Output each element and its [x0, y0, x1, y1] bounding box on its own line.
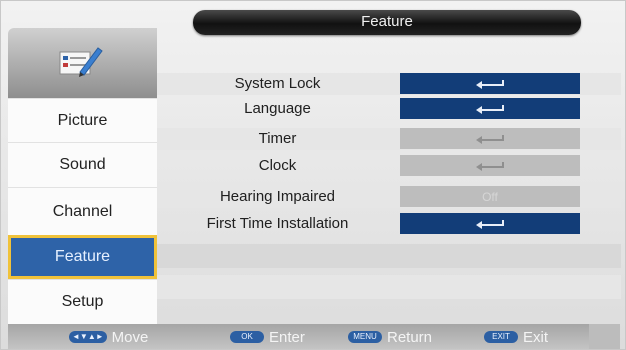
option-value[interactable] [400, 73, 580, 94]
option-value[interactable]: Off [400, 186, 580, 207]
sidebar-item-label: Picture [57, 111, 108, 129]
title-bar: Feature [193, 10, 581, 35]
hint-label: Exit [523, 328, 549, 346]
hint-exit: EXIT Exit [484, 327, 548, 347]
feature-icon-tile [8, 28, 157, 98]
footer-hint-bar: ◄▼▲► Move OK Enter MENU Return EXIT Exit [8, 324, 620, 349]
option-row-clock[interactable]: Clock [157, 155, 621, 177]
option-row-language[interactable]: Language [157, 98, 621, 120]
hint-label: Enter [269, 328, 305, 346]
option-row-first-time-installation[interactable]: First Time Installation [157, 213, 621, 235]
hint-enter: OK Enter [230, 327, 305, 347]
sidebar-item-label: Setup [61, 293, 104, 310]
ok-key-icon: OK [230, 331, 264, 343]
page-title: Feature [361, 13, 413, 30]
option-value[interactable] [400, 98, 580, 119]
enter-arrow-icon [476, 161, 504, 171]
hint-label: Move [111, 328, 149, 346]
footer-corner-tile [589, 324, 620, 349]
sidebar-item-channel[interactable]: Channel [8, 187, 157, 235]
arrow-keys-icon: ◄▼▲► [69, 331, 107, 343]
option-value[interactable] [400, 213, 580, 234]
option-label: Hearing Impaired [219, 188, 336, 205]
sidebar-item-label: Sound [59, 156, 106, 173]
feature-options-panel: System Lock Language Timer Clock Hearing… [157, 41, 621, 325]
sidebar: Picture Sound Channel Feature Setup [8, 28, 157, 324]
option-value[interactable] [400, 155, 580, 176]
option-label: First Time Installation [206, 215, 349, 232]
option-row-system-lock[interactable]: System Lock [157, 73, 621, 95]
option-row-hearing-impaired[interactable]: Hearing Impaired Off [157, 186, 621, 208]
option-value-text: Off [482, 189, 498, 204]
option-row-timer[interactable]: Timer [157, 128, 621, 150]
exit-key-icon: EXIT [484, 331, 518, 343]
menu-key-icon: MENU [348, 331, 382, 343]
tv-osd-screen: Feature Picture Sound Channel Feature Se… [0, 0, 626, 350]
hint-label: Return [387, 328, 433, 346]
enter-arrow-icon [476, 104, 504, 114]
hint-move: ◄▼▲► Move [69, 327, 148, 347]
option-label: System Lock [234, 75, 321, 92]
enter-arrow-icon [476, 134, 504, 144]
sidebar-item-label: Feature [54, 248, 111, 265]
empty-row [157, 244, 621, 268]
hint-return: MENU Return [348, 327, 432, 347]
option-value[interactable] [400, 128, 580, 149]
empty-row [157, 275, 621, 299]
feature-icon [59, 47, 103, 77]
sidebar-item-picture[interactable]: Picture [8, 98, 157, 142]
option-label: Language [244, 100, 311, 117]
option-label: Timer [258, 130, 297, 147]
sidebar-item-feature[interactable]: Feature [8, 235, 157, 279]
enter-arrow-icon [476, 79, 504, 89]
sidebar-item-setup[interactable]: Setup [8, 279, 157, 324]
sidebar-item-label: Channel [52, 202, 113, 220]
sidebar-item-sound[interactable]: Sound [8, 142, 157, 187]
enter-arrow-icon [476, 219, 504, 229]
option-label: Clock [258, 157, 297, 174]
